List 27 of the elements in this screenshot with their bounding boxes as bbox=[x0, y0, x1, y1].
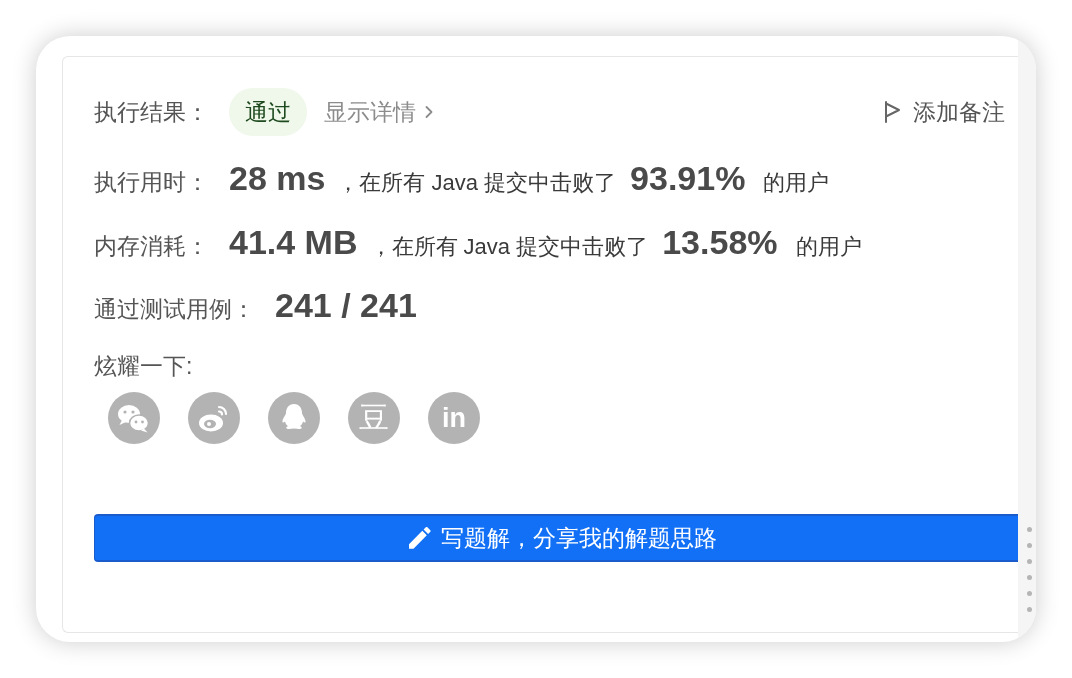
field-label: 内存消耗： bbox=[94, 232, 209, 261]
metric-value: 28 ms bbox=[229, 158, 326, 198]
percentile-value: 93.91% bbox=[630, 158, 746, 198]
status-badge: 通过 bbox=[229, 88, 307, 136]
pencil-icon bbox=[408, 527, 431, 549]
share-label: 炫耀一下: bbox=[94, 352, 193, 381]
share-button[interactable]: in bbox=[428, 392, 480, 444]
metric-value: 41.4 MB bbox=[229, 222, 358, 262]
field-label: 通过测试用例： bbox=[94, 295, 255, 324]
add-note-button[interactable]: 添加备注 bbox=[884, 96, 1005, 128]
field-label: 执行用时： bbox=[94, 168, 209, 197]
metric-value: 241 / 241 bbox=[275, 285, 417, 325]
chat-bubbles-icon[interactable] bbox=[108, 392, 160, 444]
suffix-text: 的用户 bbox=[795, 233, 862, 261]
percentile-value: 13.58% bbox=[662, 222, 778, 262]
share-button[interactable]: 豆 bbox=[348, 392, 400, 444]
grip-dots-icon[interactable] bbox=[1027, 527, 1032, 612]
write-solution-button[interactable]: 写题解，分享我的解题思路 bbox=[94, 514, 1018, 562]
penguin-icon[interactable] bbox=[268, 392, 320, 444]
comparison-text: ，在所有 Java 提交中击败了 bbox=[337, 169, 617, 197]
eye-waves-icon[interactable] bbox=[188, 392, 240, 444]
field-label: 执行结果： bbox=[94, 97, 209, 127]
comparison-text: ，在所有 Java 提交中击败了 bbox=[369, 233, 649, 261]
flag-icon bbox=[884, 101, 901, 123]
chevron-right-icon bbox=[425, 105, 433, 119]
suffix-text: 的用户 bbox=[763, 169, 830, 197]
details-link[interactable]: 显示详情 bbox=[324, 96, 433, 128]
